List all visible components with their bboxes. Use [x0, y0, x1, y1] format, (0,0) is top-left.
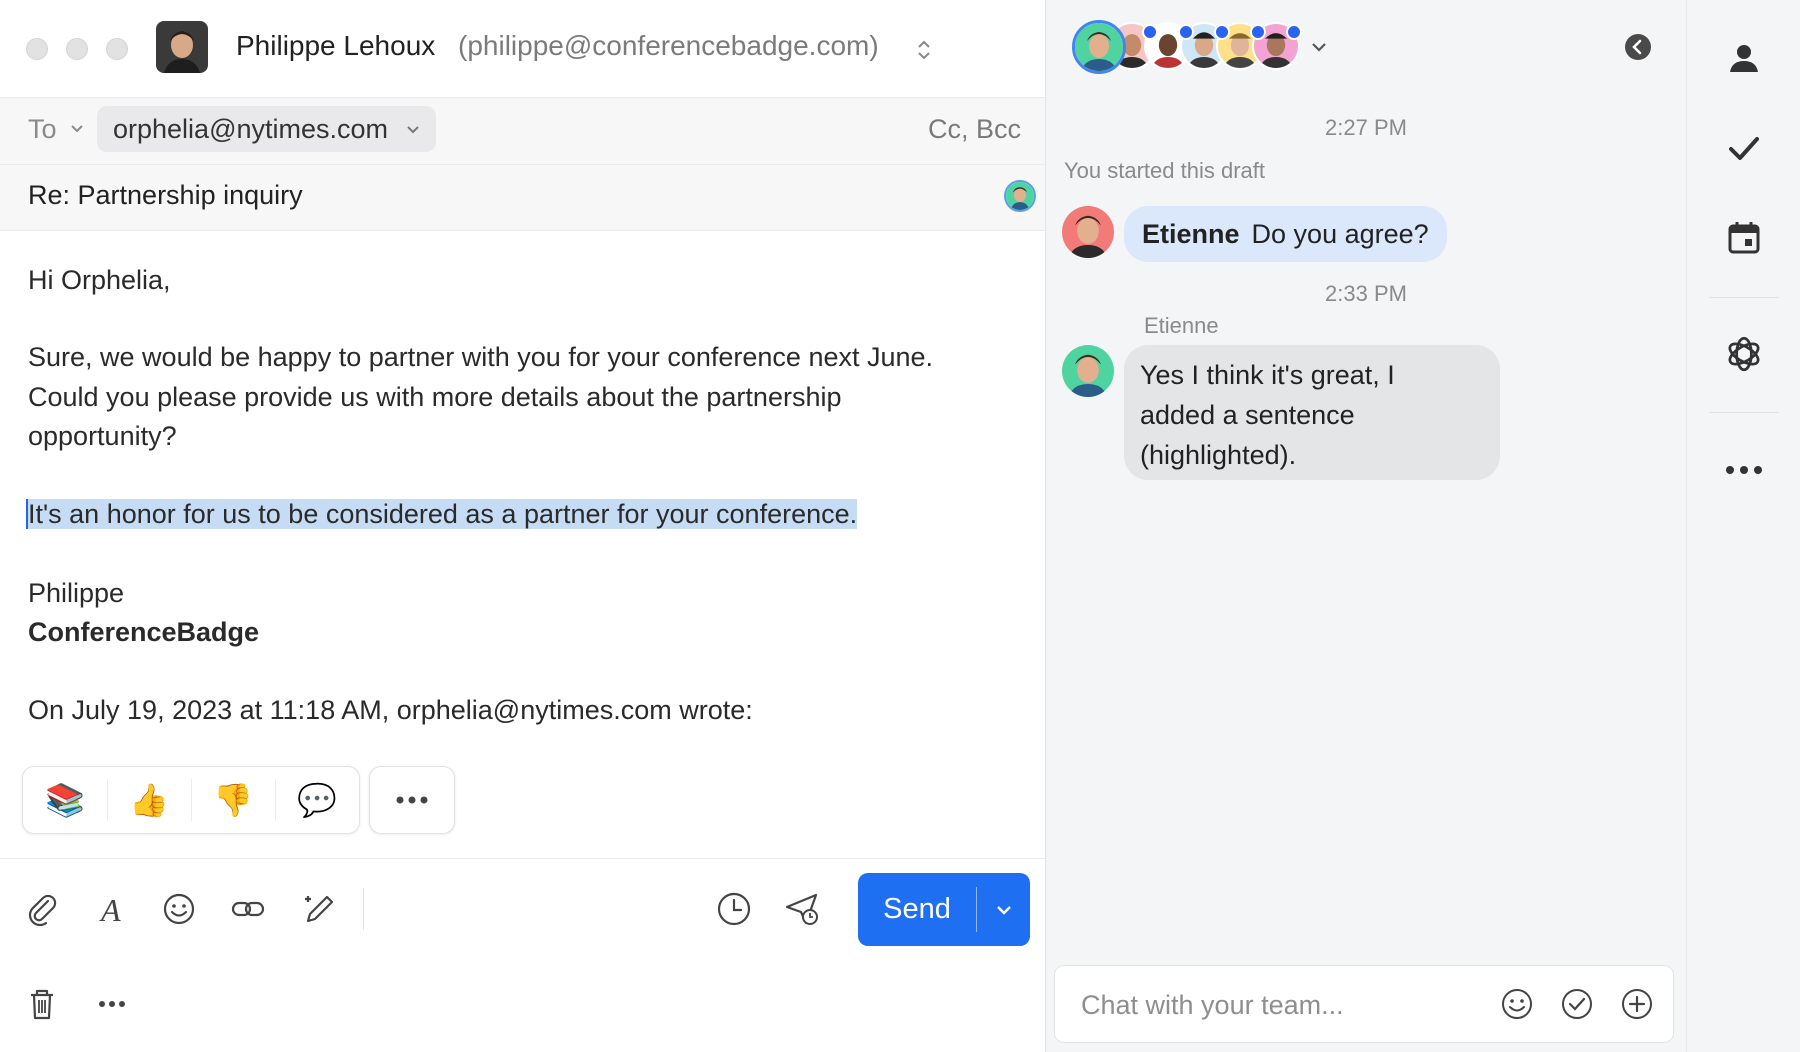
checkmark-icon[interactable]	[1716, 120, 1772, 176]
to-label[interactable]: To	[28, 114, 84, 145]
team-chat-panel: 2:27 PM You started this draft Etienne Do…	[1046, 0, 1686, 1052]
signature-name: Philippe	[28, 578, 125, 608]
subject-field[interactable]: Re: Partnership inquiry	[28, 180, 303, 211]
quick-reactions-bar: 📚 👍 👎 💬	[22, 766, 360, 834]
window-minimize-button[interactable]	[66, 38, 88, 60]
message-avatar	[1062, 206, 1114, 258]
presence-dot	[1142, 24, 1158, 40]
divider	[0, 858, 1045, 859]
sender-name: Philippe Lehoux	[236, 30, 436, 61]
send-later-icon[interactable]	[780, 887, 824, 931]
chat-input-box	[1054, 965, 1674, 1044]
highlighted-sentence: It's an honor for us to be considered as…	[26, 494, 858, 534]
participants-row[interactable]	[1062, 0, 1326, 90]
speech-bubble-icon[interactable]: 💬	[275, 767, 359, 833]
more-reactions-button[interactable]	[369, 766, 455, 834]
books-icon[interactable]: 📚	[23, 767, 107, 833]
message-text: Yes I think it's great, I	[1140, 360, 1395, 390]
body-line: opportunity?	[28, 421, 177, 451]
chat-input[interactable]	[1079, 966, 1483, 1044]
link-icon[interactable]	[226, 887, 270, 931]
svg-text:A: A	[99, 892, 121, 927]
calendar-icon[interactable]	[1716, 209, 1772, 265]
schedule-clock-icon[interactable]	[712, 887, 756, 931]
ellipsis-icon	[396, 796, 428, 804]
message-author: Etienne	[1142, 219, 1240, 249]
chat-bubble[interactable]: Etienne Do you agree?	[1124, 206, 1447, 262]
presence-dot	[1214, 24, 1230, 40]
sender-avatar	[156, 21, 208, 73]
attachment-icon[interactable]	[20, 887, 64, 931]
subject-row: Re: Partnership inquiry	[0, 165, 1045, 230]
quoted-header: On July 19, 2023 at 11:18 AM, orphelia@n…	[28, 695, 753, 725]
chevron-down-icon	[406, 126, 419, 134]
message-body[interactable]: Hi Orphelia, Sure, we would be happy to …	[0, 240, 1045, 740]
chat-bubble[interactable]: Yes I think it's great, I added a senten…	[1124, 345, 1500, 480]
more-options-icon[interactable]	[1716, 442, 1772, 498]
contact-icon[interactable]	[1716, 30, 1772, 86]
window-close-button[interactable]	[26, 38, 48, 60]
chevron-down-icon	[1312, 43, 1326, 52]
divider	[1709, 297, 1779, 298]
current-user-avatar	[1072, 20, 1126, 74]
cc-bcc-button[interactable]: Cc, Bcc	[928, 114, 1021, 145]
emoji-icon[interactable]	[157, 887, 201, 931]
ai-assistant-icon[interactable]	[1716, 326, 1772, 382]
more-options-icon[interactable]	[90, 982, 134, 1026]
signature-pen-icon[interactable]	[296, 887, 340, 931]
add-circle-icon[interactable]	[1615, 982, 1659, 1026]
body-line: Could you please provide us with more de…	[28, 382, 842, 412]
message-author: Etienne	[1144, 313, 1219, 338]
presence-dot	[1178, 24, 1194, 40]
sender-email: (philippe@conferencebadge.com)	[458, 30, 879, 61]
check-circle-icon[interactable]	[1555, 982, 1599, 1026]
system-message: You started this draft	[1064, 158, 1265, 183]
divider	[0, 230, 1045, 231]
collaborator-avatar	[1004, 180, 1036, 212]
emoji-icon[interactable]	[1495, 982, 1539, 1026]
window-zoom-button[interactable]	[106, 38, 128, 60]
send-button-label: Send	[883, 893, 951, 925]
right-sidebar	[1686, 0, 1800, 1052]
recipient-chip[interactable]: orphelia@nytimes.com	[97, 106, 436, 152]
send-button[interactable]: Send	[858, 873, 1030, 946]
sender-switch-icon[interactable]	[916, 38, 932, 62]
divider	[363, 888, 364, 930]
divider	[1709, 412, 1779, 413]
text-format-icon[interactable]: A	[90, 887, 134, 931]
to-row: To orphelia@nytimes.com Cc, Bcc	[0, 98, 1045, 164]
recipient-email: orphelia@nytimes.com	[113, 114, 389, 144]
thumbs-up-icon[interactable]: 👍	[107, 767, 191, 833]
body-line: Sure, we would be happy to partner with …	[28, 342, 934, 372]
send-options-button[interactable]	[977, 873, 1030, 946]
body-greeting: Hi Orphelia,	[28, 265, 171, 295]
chevron-down-icon	[71, 125, 83, 133]
message-text: (highlighted).	[1140, 440, 1297, 470]
thumbs-down-icon[interactable]: 👎	[191, 767, 275, 833]
email-composer: Philippe Lehoux (philippe@conferencebadg…	[0, 0, 1045, 1052]
highlight-text: It's an honor for us to be considered as…	[28, 499, 858, 529]
message-timestamp: 2:27 PM	[1325, 115, 1407, 140]
signature-company: ConferenceBadge	[28, 617, 260, 647]
message-text: added a sentence	[1140, 400, 1355, 430]
collapse-panel-button[interactable]	[1624, 33, 1652, 61]
presence-dot	[1286, 24, 1302, 40]
presence-dot	[1250, 24, 1266, 40]
message-text: Do you agree?	[1251, 219, 1429, 249]
trash-icon[interactable]	[20, 982, 64, 1026]
chevron-left-circle-icon	[1625, 34, 1651, 60]
chevron-down-icon	[996, 905, 1011, 915]
message-timestamp: 2:33 PM	[1325, 281, 1407, 306]
to-label-text: To	[28, 114, 57, 144]
message-avatar	[1062, 345, 1114, 397]
